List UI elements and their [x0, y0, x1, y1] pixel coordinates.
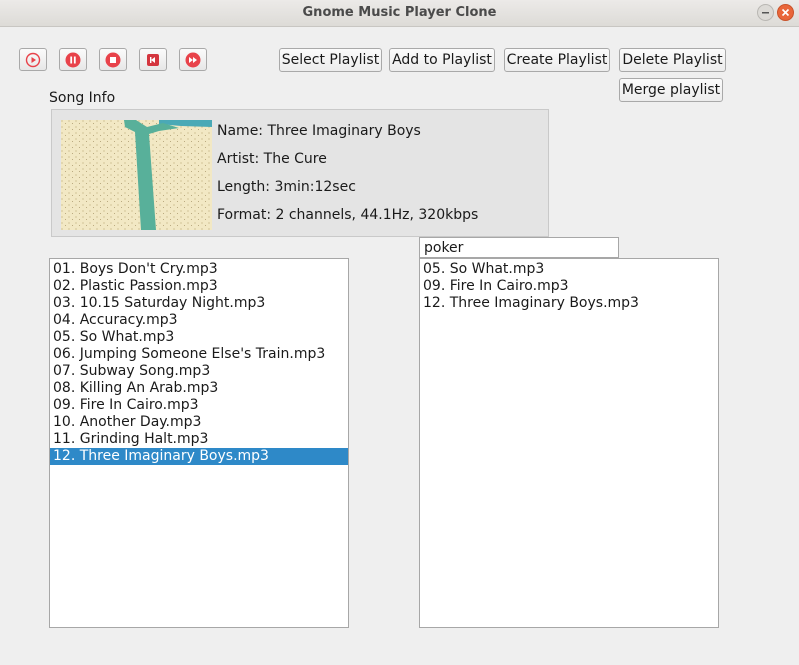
- list-item[interactable]: 01. Boys Don't Cry.mp3: [50, 261, 348, 278]
- list-item[interactable]: 03. 10.15 Saturday Night.mp3: [50, 295, 348, 312]
- song-length: Length: 3min:12sec: [217, 179, 356, 195]
- song-format: Format: 2 channels, 44.1Hz, 320kbps: [217, 207, 479, 223]
- minimize-button[interactable]: [757, 4, 774, 21]
- stop-icon: [105, 52, 121, 67]
- list-item[interactable]: 02. Plastic Passion.mp3: [50, 278, 348, 295]
- playlist-name-field[interactable]: [419, 237, 619, 258]
- list-item[interactable]: 10. Another Day.mp3: [50, 414, 348, 431]
- list-item[interactable]: 12. Three Imaginary Boys.mp3: [420, 295, 718, 312]
- select-playlist-button[interactable]: Select Playlist: [279, 48, 382, 72]
- album-art: [61, 120, 212, 230]
- pause-button[interactable]: [59, 48, 87, 71]
- delete-playlist-button[interactable]: Delete Playlist: [619, 48, 726, 72]
- song-artist: Artist: The Cure: [217, 151, 327, 167]
- list-item[interactable]: 04. Accuracy.mp3: [50, 312, 348, 329]
- minimize-icon: [762, 12, 769, 14]
- playlist-song-list[interactable]: 05. So What.mp3 09. Fire In Cairo.mp3 12. …: [419, 258, 719, 628]
- title-bar: Gnome Music Player Clone: [0, 0, 799, 27]
- previous-button[interactable]: [139, 48, 167, 71]
- list-item[interactable]: 06. Jumping Someone Else's Train.mp3: [50, 346, 348, 363]
- pause-icon: [65, 52, 81, 67]
- list-item[interactable]: 05. So What.mp3: [420, 261, 718, 278]
- list-item[interactable]: 12. Three Imaginary Boys.mp3: [50, 448, 348, 465]
- list-item[interactable]: 09. Fire In Cairo.mp3: [50, 397, 348, 414]
- add-to-playlist-button[interactable]: Add to Playlist: [389, 48, 495, 72]
- fast-forward-icon: [185, 52, 201, 67]
- play-icon: [25, 52, 41, 67]
- song-info-heading: Song Info: [49, 90, 116, 106]
- list-item[interactable]: 07. Subway Song.mp3: [50, 363, 348, 380]
- previous-icon: [147, 53, 159, 66]
- list-item[interactable]: 05. So What.mp3: [50, 329, 348, 346]
- song-name: Name: Three Imaginary Boys: [217, 123, 421, 139]
- window-title: Gnome Music Player Clone: [302, 5, 497, 20]
- merge-playlist-button[interactable]: Merge playlist: [619, 78, 723, 102]
- create-playlist-button[interactable]: Create Playlist: [504, 48, 610, 72]
- close-icon: [781, 8, 790, 17]
- list-item[interactable]: 09. Fire In Cairo.mp3: [420, 278, 718, 295]
- next-button[interactable]: [179, 48, 207, 71]
- list-item[interactable]: 08. Killing An Arab.mp3: [50, 380, 348, 397]
- stop-button[interactable]: [99, 48, 127, 71]
- close-button[interactable]: [777, 4, 794, 21]
- play-button[interactable]: [19, 48, 47, 71]
- library-song-list[interactable]: 01. Boys Don't Cry.mp3 02. Plastic Passio…: [49, 258, 349, 628]
- list-item[interactable]: 11. Grinding Halt.mp3: [50, 431, 348, 448]
